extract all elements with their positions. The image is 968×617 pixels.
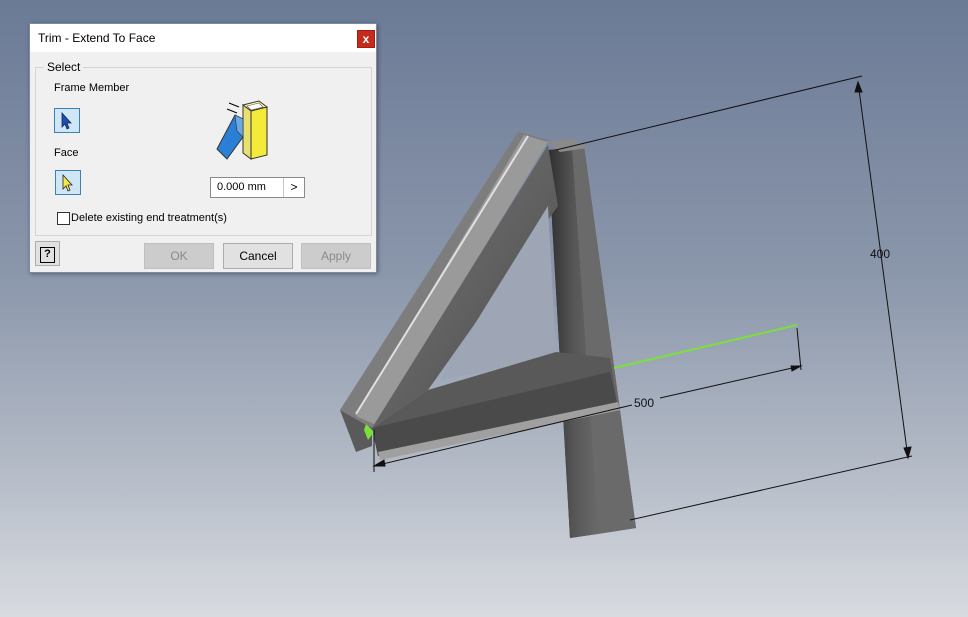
target-face-line xyxy=(613,324,798,369)
offset-input[interactable]: 0.000 mm > xyxy=(210,177,305,198)
face-select-button[interactable] xyxy=(55,170,81,195)
extend-to-face-preview-icon xyxy=(216,100,269,160)
close-button[interactable]: x xyxy=(357,30,375,48)
cursor-arrow-icon xyxy=(62,174,73,192)
apply-button[interactable]: Apply xyxy=(301,243,371,269)
frame-member-select-button[interactable] xyxy=(54,108,80,133)
frame-model[interactable] xyxy=(340,132,636,538)
cancel-button[interactable]: Cancel xyxy=(223,243,293,269)
dialog-titlebar[interactable]: Trim - Extend To Face x xyxy=(30,24,376,52)
dimension-500-label: 500 xyxy=(634,396,654,410)
help-icon: ? xyxy=(40,247,55,263)
offset-flyout-button[interactable]: > xyxy=(283,178,304,197)
trim-extend-to-face-dialog[interactable]: Trim - Extend To Face x Select Frame Mem… xyxy=(29,23,377,273)
select-group-label: Select xyxy=(44,60,84,74)
frame-member-label: Frame Member xyxy=(54,82,130,94)
dialog-title: Trim - Extend To Face xyxy=(38,31,156,45)
face-label: Face xyxy=(54,147,79,159)
help-button[interactable]: ? xyxy=(35,241,60,266)
cursor-arrow-icon xyxy=(61,112,72,130)
delete-end-treatment-checkbox[interactable] xyxy=(57,212,70,225)
ok-button[interactable]: OK xyxy=(144,243,214,269)
delete-end-treatment-label[interactable]: Delete existing end treatment(s) xyxy=(71,212,227,224)
dimension-400-label: 400 xyxy=(870,247,890,261)
offset-value: 0.000 mm xyxy=(217,181,266,193)
